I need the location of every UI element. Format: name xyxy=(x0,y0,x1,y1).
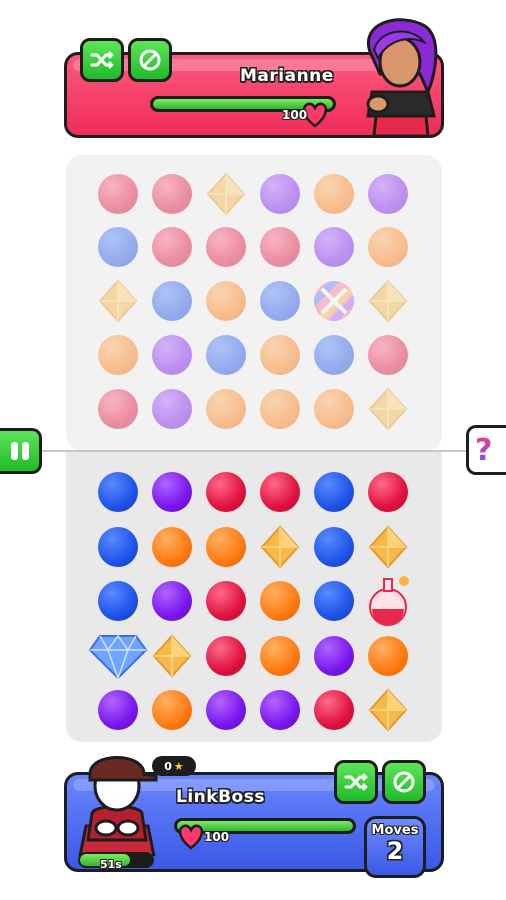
player-gem-blue[interactable] xyxy=(98,581,138,621)
opponent-hp-value: 100 xyxy=(282,108,308,122)
opponent-gem-orange[interactable] xyxy=(368,227,408,267)
player-hp-value: 100 xyxy=(204,830,230,844)
star-icon: ★ xyxy=(173,759,184,773)
player-gem-gold[interactable] xyxy=(258,525,302,569)
player-gem-purple[interactable] xyxy=(260,690,300,730)
opponent-gem-red[interactable] xyxy=(98,389,138,429)
opponent-gem-red[interactable] xyxy=(260,227,300,267)
player-gem-blue[interactable] xyxy=(314,527,354,567)
opponent-gem-orange[interactable] xyxy=(260,335,300,375)
opponent-gem-purple[interactable] xyxy=(314,227,354,267)
opponent-gem-orange[interactable] xyxy=(260,389,300,429)
help-button[interactable]: ? xyxy=(466,425,506,475)
player-gem-red[interactable] xyxy=(206,581,246,621)
player-gem-orange[interactable] xyxy=(152,527,192,567)
opponent-gem-blue[interactable] xyxy=(98,227,138,267)
opponent-gem-red[interactable] xyxy=(98,174,138,214)
player-gem-red[interactable] xyxy=(260,472,300,512)
board-divider xyxy=(0,450,506,452)
opponent-gem-orange[interactable] xyxy=(206,281,246,321)
opponent-gem-gold[interactable] xyxy=(204,172,248,216)
moves-value: 2 xyxy=(386,837,404,865)
player-name: LinkBoss xyxy=(176,787,265,807)
opponent-gem-orange[interactable] xyxy=(314,174,354,214)
block-icon xyxy=(393,771,415,793)
opponent-gem-purple[interactable] xyxy=(152,389,192,429)
opponent-gem-blue[interactable] xyxy=(152,281,192,321)
opponent-gem-orange[interactable] xyxy=(314,389,354,429)
player-gem-purple[interactable] xyxy=(152,472,192,512)
player-gem-diamond[interactable] xyxy=(88,632,148,681)
player-gem-orange[interactable] xyxy=(206,527,246,567)
opponent-gem-blue[interactable] xyxy=(314,335,354,375)
player-gem-potion[interactable] xyxy=(364,575,412,627)
opponent-gem-gold[interactable] xyxy=(366,387,410,431)
player-heart-icon xyxy=(178,824,204,850)
stars-count: 0 xyxy=(164,759,172,773)
opponent-gem-striped[interactable] xyxy=(312,279,356,323)
opponent-gem-blue[interactable] xyxy=(206,335,246,375)
player-gem-purple[interactable] xyxy=(314,636,354,676)
player-gem-orange[interactable] xyxy=(368,636,408,676)
player-gem-purple[interactable] xyxy=(152,581,192,621)
opponent-gem-purple[interactable] xyxy=(368,174,408,214)
opponent-gem-orange[interactable] xyxy=(98,335,138,375)
player-gem-gold[interactable] xyxy=(366,688,410,732)
player-gem-orange[interactable] xyxy=(152,690,192,730)
player-gem-red[interactable] xyxy=(206,472,246,512)
opponent-gem-gold[interactable] xyxy=(366,279,410,323)
pause-button[interactable] xyxy=(0,428,42,474)
block-icon xyxy=(139,49,161,71)
player-avatar xyxy=(78,756,158,856)
opponent-gem-red[interactable] xyxy=(368,335,408,375)
opponent-gem-gold[interactable] xyxy=(96,279,140,323)
moves-counter: Moves 2 xyxy=(364,816,426,878)
player-gem-red[interactable] xyxy=(206,636,246,676)
opponent-gem-blue[interactable] xyxy=(260,281,300,321)
player-gem-red[interactable] xyxy=(314,690,354,730)
player-block-button[interactable] xyxy=(382,760,426,804)
player-gem-purple[interactable] xyxy=(206,690,246,730)
opponent-gem-red[interactable] xyxy=(152,227,192,267)
player-gem-orange[interactable] xyxy=(260,581,300,621)
opponent-name: Marianne xyxy=(240,66,334,86)
player-shuffle-button[interactable] xyxy=(334,760,378,804)
player-gem-blue[interactable] xyxy=(314,581,354,621)
shuffle-icon xyxy=(90,51,114,69)
shuffle-icon xyxy=(344,773,368,791)
player-gem-blue[interactable] xyxy=(314,472,354,512)
opponent-shuffle-button[interactable] xyxy=(80,38,124,82)
player-gem-blue[interactable] xyxy=(98,472,138,512)
opponent-gem-purple[interactable] xyxy=(152,335,192,375)
player-gem-orange[interactable] xyxy=(260,636,300,676)
opponent-gem-red[interactable] xyxy=(206,227,246,267)
opponent-gem-purple[interactable] xyxy=(260,174,300,214)
player-gem-purple[interactable] xyxy=(98,690,138,730)
player-gem-gold[interactable] xyxy=(366,525,410,569)
opponent-gem-orange[interactable] xyxy=(206,389,246,429)
opponent-avatar xyxy=(366,18,438,138)
help-label: ? xyxy=(475,432,493,468)
opponent-block-button[interactable] xyxy=(128,38,172,82)
player-gem-red[interactable] xyxy=(368,472,408,512)
opponent-gem-red[interactable] xyxy=(152,174,192,214)
pause-icon xyxy=(10,442,29,460)
player-gem-blue[interactable] xyxy=(98,527,138,567)
turn-timer-label: 51s xyxy=(100,858,122,871)
player-gem-gold[interactable] xyxy=(150,634,194,678)
moves-label: Moves xyxy=(371,823,419,838)
